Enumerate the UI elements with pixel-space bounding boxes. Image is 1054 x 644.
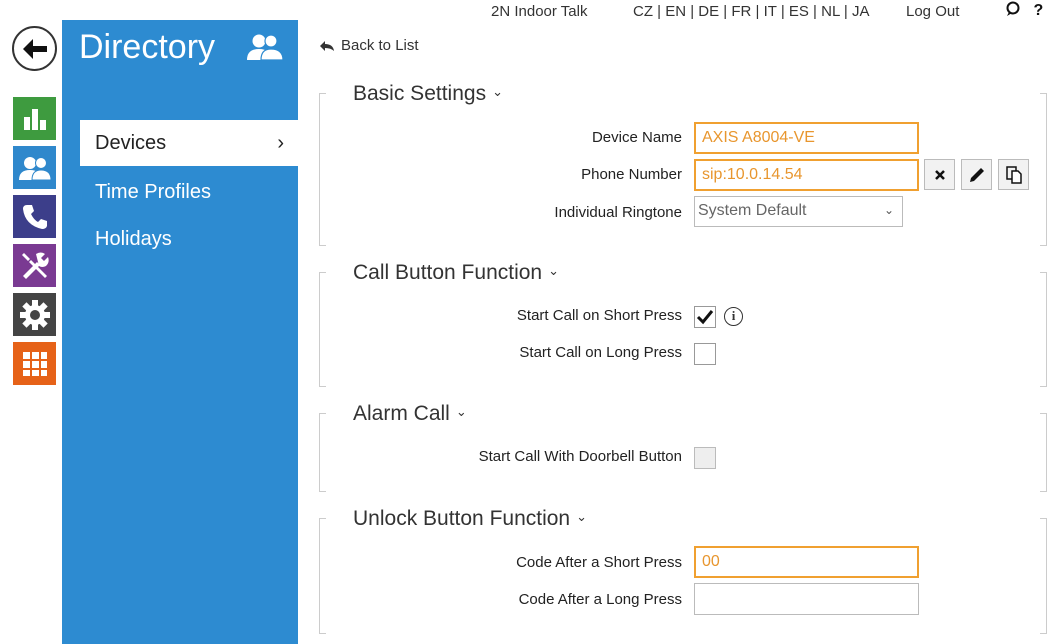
status-icon[interactable] (13, 97, 56, 140)
copy-icon (1005, 165, 1022, 184)
chevron-right-icon: › (277, 132, 284, 154)
back-to-list-link[interactable]: Back to List (319, 37, 419, 54)
product-name: 2N Indoor Talk (491, 3, 588, 20)
long-press-checkbox[interactable] (694, 343, 716, 365)
long-code-label: Code After a Long Press (518, 591, 682, 608)
language-selector[interactable]: CZ | EN | DE | FR | IT | ES | NL | JA (633, 0, 869, 24)
sidebar-item-time-profiles[interactable]: Time Profiles (80, 169, 298, 215)
users-icon (246, 33, 284, 61)
chevron-down-icon: ⌄ (492, 84, 503, 99)
tools-icon[interactable] (13, 244, 56, 287)
section-title-text: Call Button Function (353, 261, 543, 284)
section-title-text: Basic Settings (353, 82, 487, 105)
phone-number-label: Phone Number (581, 166, 682, 183)
back-arrow-icon[interactable] (12, 26, 57, 71)
section-title-text: Alarm Call (353, 402, 450, 425)
call-button-section: Call Button Function ⌄ Start Call on Shor… (319, 261, 1047, 387)
checkmark-icon (696, 310, 714, 325)
long-code-field[interactable] (694, 583, 919, 615)
device-name-label: Device Name (591, 129, 682, 146)
chevron-down-icon: ⌄ (576, 509, 588, 524)
help-icon[interactable]: ? (1033, 2, 1043, 19)
phone-number-field[interactable]: sip:10.0.14.54 (694, 159, 919, 191)
reply-arrow-icon (320, 40, 334, 51)
unlock-button-section: Unlock Button Function ⌄ Code After a Sho… (319, 507, 1047, 634)
doorbell-checkbox[interactable] (694, 447, 716, 469)
section-title-text: Unlock Button Function (353, 507, 571, 530)
info-icon[interactable]: i (724, 307, 743, 326)
clear-button[interactable] (924, 159, 955, 190)
basic-settings-section: Basic Settings ⌄ Device Name AXIS A8004-V… (319, 82, 1047, 246)
directory-icon[interactable] (13, 146, 56, 189)
logout-link[interactable]: Log Out (906, 0, 959, 24)
chevron-down-icon: ⌄ (548, 263, 560, 278)
short-press-checkbox[interactable] (694, 306, 716, 328)
device-name-field[interactable]: AXIS A8004-VE (694, 122, 919, 154)
gear-icon[interactable] (13, 293, 56, 336)
back-to-list-label: Back to List (341, 37, 419, 54)
sidebar-item-label: Holidays (95, 227, 172, 250)
sidebar-item-label: Devices (95, 131, 167, 154)
chat-icon[interactable] (1005, 1, 1021, 22)
ringtone-select[interactable]: System Default ⌄ (694, 196, 903, 227)
long-press-label: Start Call on Long Press (519, 344, 682, 361)
chevron-down-icon: ⌄ (883, 203, 894, 217)
unlock-button-title[interactable]: Unlock Button Function ⌄ (353, 507, 592, 531)
sidebar-item-holidays[interactable]: Holidays (80, 216, 298, 262)
copy-button[interactable] (998, 159, 1029, 190)
apps-grid-icon[interactable] (13, 342, 56, 385)
sidebar-item-devices[interactable]: Devices › (80, 120, 298, 166)
edit-button[interactable] (961, 159, 992, 190)
alarm-call-title[interactable]: Alarm Call ⌄ (353, 402, 471, 426)
top-icons: ? (1005, 1, 1043, 22)
call-button-title[interactable]: Call Button Function ⌄ (353, 261, 564, 285)
basic-settings-title[interactable]: Basic Settings ⌄ (353, 82, 507, 106)
phone-icon[interactable] (13, 195, 56, 238)
icon-rail (0, 0, 62, 644)
chevron-down-icon: ⌄ (455, 404, 467, 419)
short-code-field[interactable]: 00 (694, 546, 919, 578)
sidebar-title: Directory (79, 28, 216, 66)
ringtone-label: Individual Ringtone (554, 204, 682, 221)
alarm-call-section: Alarm Call ⌄ Start Call With Doorbell But… (319, 402, 1047, 492)
doorbell-label: Start Call With Doorbell Button (478, 448, 682, 465)
ringtone-value: System Default (698, 202, 807, 219)
pencil-icon (969, 167, 984, 182)
directory-sidebar: Directory Devices › Time Profiles Holida… (62, 20, 298, 644)
sidebar-item-label: Time Profiles (95, 180, 211, 203)
short-press-label: Start Call on Short Press (516, 307, 682, 324)
short-code-label: Code After a Short Press (516, 554, 682, 571)
close-icon (934, 169, 945, 180)
